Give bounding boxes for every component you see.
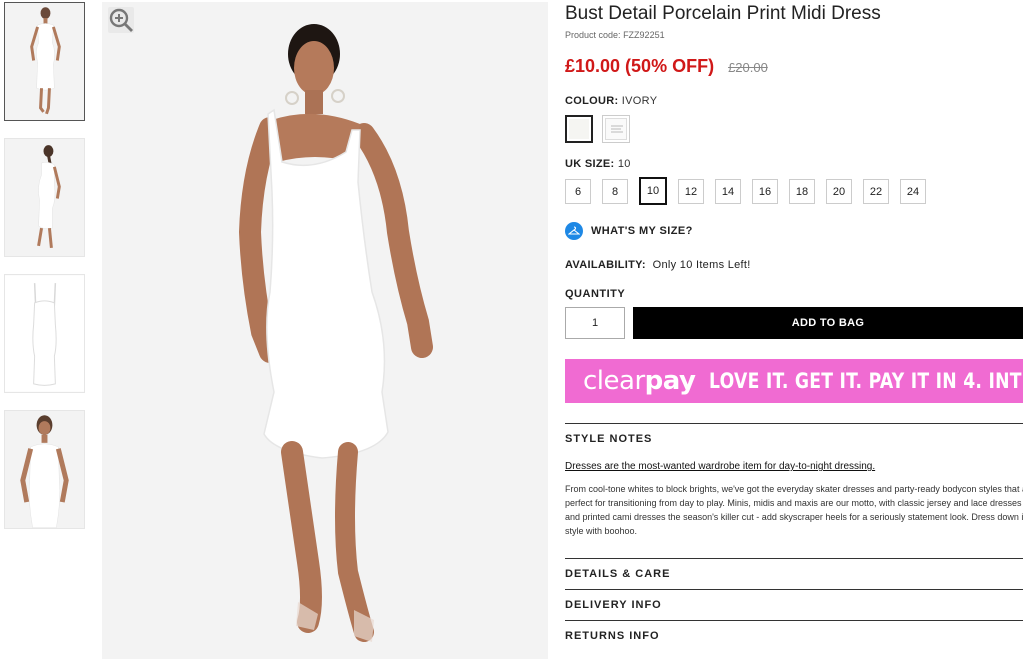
thumbnail-flat-lay[interactable]	[4, 274, 85, 393]
size-label-row: UK SIZE: 10	[565, 158, 1023, 170]
thumbnail-close-up[interactable]	[4, 410, 85, 529]
original-price: £20.00	[728, 60, 768, 75]
product-code-label: Product code:	[565, 30, 621, 40]
size-label: UK SIZE:	[565, 158, 615, 170]
availability-value: Only 10 Items Left!	[652, 259, 751, 271]
size-option-8[interactable]: 8	[602, 179, 628, 204]
whats-my-size-link[interactable]: WHAT'S MY SIZE?	[565, 222, 1023, 240]
product-title: Bust Detail Porcelain Print Midi Dress	[565, 3, 881, 24]
size-value: 10	[617, 158, 631, 170]
swatch-print-image	[605, 118, 627, 140]
size-option-22[interactable]: 22	[863, 179, 889, 204]
model-side-image	[5, 139, 84, 256]
colour-swatches	[565, 115, 1023, 143]
product-code-value: FZZ92251	[623, 30, 665, 40]
swatch-print[interactable]	[602, 115, 630, 143]
model-dress-image	[102, 2, 548, 659]
size-option-14[interactable]: 14	[715, 179, 741, 204]
model-closeup-image	[5, 411, 84, 528]
clearpay-logo-pay: pay	[644, 366, 696, 396]
dress-flat-image	[5, 275, 84, 392]
accordion-details-care[interactable]: DETAILS & CARE	[565, 559, 1023, 589]
size-option-12[interactable]: 12	[678, 179, 704, 204]
clearpay-banner[interactable]: clearpay LOVE IT. GET IT. PAY IT IN 4. I…	[565, 359, 1023, 403]
size-option-6[interactable]: 6	[565, 179, 591, 204]
thumbnail-list	[4, 2, 86, 546]
colour-value: IVORY	[621, 95, 658, 107]
colour-label: COLOUR:	[565, 95, 619, 107]
clearpay-tagline: LOVE IT. GET IT. PAY IT IN 4. INTEREST	[709, 369, 1023, 393]
thumbnail-side-view[interactable]	[4, 138, 85, 257]
thumbnail-front-view[interactable]	[4, 2, 85, 121]
clearpay-logo-clear: clear	[583, 366, 645, 396]
print-pattern-icon	[611, 125, 623, 133]
size-option-18[interactable]: 18	[789, 179, 815, 204]
size-options: 6 8 10 12 14 16 18 20 22 24	[565, 177, 1023, 205]
whats-my-size-label: WHAT'S MY SIZE?	[591, 225, 693, 237]
swatch-ivory[interactable]	[565, 115, 593, 143]
hanger-icon	[565, 222, 583, 240]
quantity-row: ADD TO BAG	[565, 307, 1023, 339]
accordion-returns-info[interactable]: RETURNS INFO	[565, 621, 1023, 651]
size-option-20[interactable]: 20	[826, 179, 852, 204]
style-notes-subheading: Dresses are the most-wanted wardrobe ite…	[565, 461, 876, 472]
quantity-label: QUANTITY	[565, 288, 626, 300]
swatch-ivory-fill	[569, 119, 589, 139]
size-option-16[interactable]: 16	[752, 179, 778, 204]
product-code: Product code: FZZ92251	[565, 30, 1023, 40]
size-option-24[interactable]: 24	[900, 179, 926, 204]
availability-label: AVAILABILITY:	[565, 259, 646, 271]
zoom-button[interactable]	[108, 7, 134, 33]
price-row: £10.00 (50% OFF) £20.00	[565, 56, 1023, 77]
accordion-delivery-info[interactable]: DELIVERY INFO	[565, 590, 1023, 620]
style-notes-body: From cool-tone whites to block brights, …	[565, 484, 1023, 536]
model-front-image	[5, 3, 84, 120]
main-product-image[interactable]	[102, 2, 548, 659]
add-to-bag-button[interactable]: ADD TO BAG	[633, 307, 1023, 339]
current-price: £10.00 (50% OFF)	[565, 56, 715, 76]
style-notes-heading[interactable]: STYLE NOTES	[565, 424, 1023, 454]
size-option-10[interactable]: 10	[639, 177, 667, 205]
product-info: Bust Detail Porcelain Print Midi Dress P…	[565, 0, 1023, 651]
colour-label-row: COLOUR: IVORY	[565, 95, 1023, 107]
availability: AVAILABILITY: Only 10 Items Left!	[565, 259, 1023, 271]
clearpay-logo: clearpay	[583, 366, 696, 396]
zoom-in-icon	[109, 8, 133, 32]
quantity-input[interactable]	[565, 307, 625, 339]
